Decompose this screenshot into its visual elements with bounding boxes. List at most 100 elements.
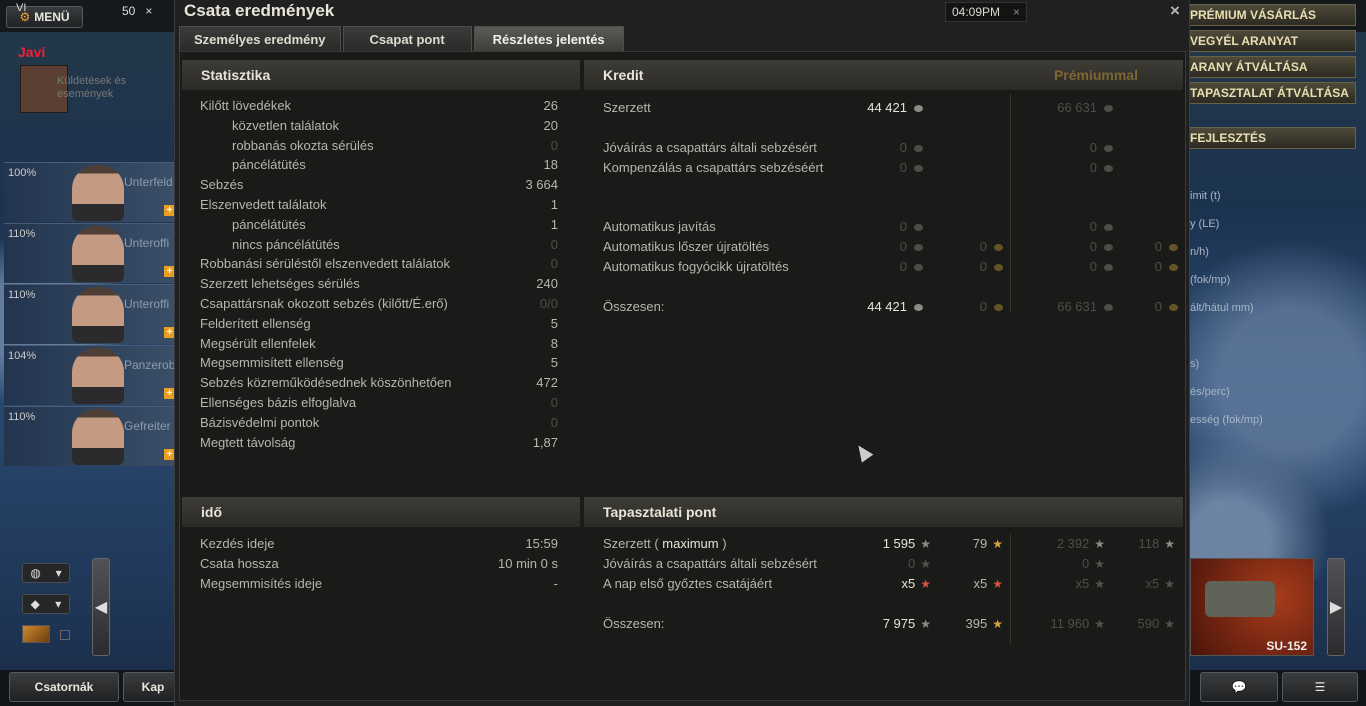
clock-close-icon[interactable]: ×	[1013, 5, 1020, 19]
battle-results-window: Csata eredmények 04:09PM × × Személyes e…	[174, 0, 1190, 706]
right-menu-item[interactable]: ARANY ÁTVÁLTÁSA	[1186, 56, 1356, 78]
gold-icon	[994, 264, 1003, 272]
crew-member[interactable]: 100% Unterfeld +	[4, 162, 175, 222]
credit-icon	[1104, 145, 1113, 153]
tab-team[interactable]: Csapat pont	[342, 26, 472, 51]
xp-amount: 7 975	[882, 616, 916, 631]
crew-member[interactable]: 110% Gefreiter +	[4, 406, 175, 466]
credit-amount: 0	[899, 239, 907, 254]
credit-row: Jóváírás a csapattárs általi sebzésért 0 0	[603, 140, 1173, 160]
right-menu-item[interactable]: VEGYÉL ARANYAT	[1186, 30, 1356, 52]
chevron-down-icon: ▾	[55, 597, 62, 611]
xp-amount: 0	[1082, 556, 1090, 571]
tab-bar: Személyes eredmény Csapat pont Részletes…	[179, 26, 624, 51]
orange-toggle[interactable]	[22, 625, 50, 643]
credit-amount: 0	[979, 299, 987, 314]
language-dropdown[interactable]: ◍ ▾	[22, 563, 70, 583]
stat-row: Bázisvédelmi pontok 0	[200, 415, 560, 435]
gold-icon	[1169, 244, 1178, 252]
tab-personal[interactable]: Személyes eredmény	[179, 26, 341, 51]
gold-icon	[1169, 264, 1178, 272]
vehicle-stat-label: ált/hátul mm)	[1190, 302, 1254, 314]
star-icon: ★	[920, 537, 931, 551]
credit-value: 0	[1023, 239, 1113, 254]
credit-value: 66 631	[1023, 299, 1113, 314]
stat-row: Megtett távolság 1,87	[200, 435, 560, 455]
xp-max-label: maximum	[662, 536, 719, 551]
credit-row: Automatikus lőszer újratöltés 0 0 0 0	[603, 239, 1178, 259]
star-icon: ★	[992, 577, 1003, 591]
filter-icon: ◆	[30, 597, 40, 611]
credit-icon	[914, 145, 923, 153]
notifications-button[interactable]: ☰	[1282, 672, 1358, 702]
xp-title: Tapasztalati pont	[603, 504, 717, 520]
gold-icon	[1169, 304, 1178, 312]
xp-earned-label: Szerzett	[603, 536, 651, 551]
credit-value: 0	[1023, 219, 1113, 234]
xp-value: x5 ★	[1103, 576, 1176, 591]
stat-row: közvetlen találatok 20	[200, 118, 560, 138]
vehicle-stat-label: (fok/mp)	[1190, 274, 1231, 286]
close-icon[interactable]: ×	[1170, 1, 1180, 21]
premium-label: Prémiummal	[1053, 67, 1138, 83]
crew-member[interactable]: 104% Panzerob +	[4, 345, 175, 405]
credit-label: Automatikus lőszer újratöltés	[603, 239, 770, 254]
star-icon: ★	[992, 617, 1003, 631]
xp-earned-row: Szerzett ( maximum ) 1 595 ★ 79 ★ 2 392 ★ 1…	[603, 536, 1175, 556]
chevron-right-icon: ▶	[1329, 599, 1343, 616]
crew-pct: 110%	[8, 411, 36, 423]
stat-label: Megsemmisített ellenség	[200, 355, 344, 371]
time-header: idő	[182, 497, 580, 527]
crew-member[interactable]: 110% Unteroffi +	[4, 284, 175, 344]
stat-value: 1	[550, 216, 558, 232]
carousel-left-button[interactable]: ◀	[92, 558, 110, 656]
xp-amount: x5	[901, 576, 916, 591]
stat-label: közvetlen találatok	[232, 117, 339, 133]
carousel-right-button[interactable]: ▶	[1327, 558, 1345, 656]
chevron-down-icon: ▾	[55, 566, 62, 580]
tab-detailed[interactable]: Részletes jelentés	[473, 26, 624, 51]
credit-amount: 44 421	[867, 100, 907, 115]
credit-amount: 0	[1089, 219, 1097, 234]
credit-amount: 0	[979, 239, 987, 254]
stat-label: Elszenvedett találatok	[200, 197, 327, 212]
right-menu-item[interactable]: TAPASZTALAT ÁTVÁLTÁSA	[1186, 82, 1356, 104]
credit-icon	[914, 224, 923, 232]
xp-value: x5 ★	[1023, 576, 1106, 591]
crew-pct: 110%	[8, 228, 36, 240]
xp-earned-v2: 79 ★	[972, 536, 1003, 551]
credit-label: Automatikus fogyócikk újratöltés	[603, 259, 789, 274]
window-title: Csata eredmények	[184, 1, 335, 20]
xp-label: Jóváírás a csapattárs általi sebzésért	[603, 556, 817, 571]
channels-label: Csatornák	[34, 680, 94, 694]
stat-row: Sebzés közreműködésednek köszönhetően 472	[200, 375, 560, 395]
credit-value: 0	[1023, 160, 1113, 175]
chat-button[interactable]: 💬	[1200, 672, 1278, 702]
xp-amount: x5	[1075, 576, 1090, 591]
time-row: Megsemmisítés ideje -	[200, 576, 560, 596]
chevron-left-icon: ◀	[94, 599, 108, 616]
stat-value: 0	[550, 236, 558, 252]
stat-value: 26	[543, 98, 558, 113]
stat-value: 8	[550, 335, 558, 351]
stat-label: Bázisvédelmi pontok	[200, 414, 320, 430]
tank-tier: VI	[16, 2, 27, 14]
tank-card-su152[interactable]: SU-152	[1190, 558, 1314, 656]
star-icon: ★	[1164, 577, 1175, 591]
credit-amount: 0	[1154, 299, 1162, 314]
filter-dropdown[interactable]: ◆ ▾	[22, 594, 70, 614]
globe-icon: ◍	[30, 566, 41, 580]
filter-checkbox[interactable]	[60, 630, 70, 640]
credit-row: Kompenzálás a csapattárs sebzéséért 0 0	[603, 160, 1173, 180]
xp-paren-open: (	[654, 536, 659, 551]
channels-button[interactable]: Csatornák	[9, 672, 119, 702]
right-menu-item[interactable]: PRÉMIUM VÁSÁRLÁS	[1186, 4, 1356, 26]
crew-portrait	[72, 409, 124, 465]
xp-earned-v3: 2 392 ★	[1056, 536, 1105, 551]
xp-amount: x5	[1145, 576, 1160, 591]
right-menu-item[interactable]: FEJLESZTÉS	[1186, 127, 1356, 149]
counter-close-icon[interactable]: ×	[145, 4, 152, 22]
crew-member[interactable]: 110% Unteroffi +	[4, 223, 175, 283]
credit-value: 66 631	[1023, 100, 1113, 115]
credit-value: 0	[933, 239, 1003, 254]
